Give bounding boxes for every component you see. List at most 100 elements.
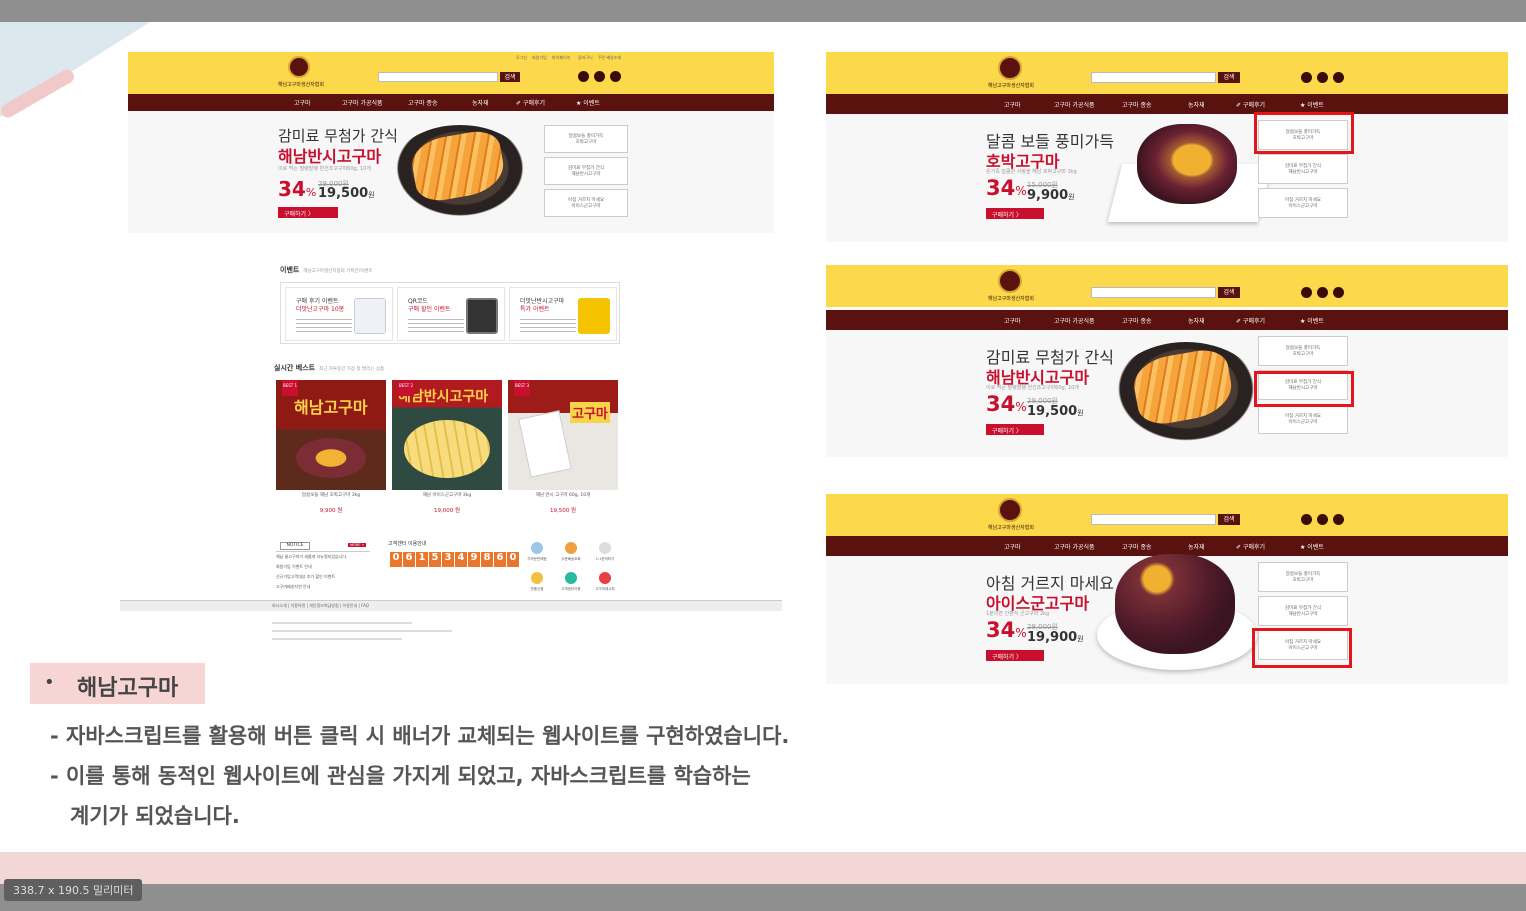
banner-switch-button[interactable]: 감미료 무첨가 간식 해남반시고구마	[544, 157, 628, 185]
footer-links[interactable]: 회사소개 | 이용약관 | 개인정보취급방침 | 이용안내 | FAQ	[120, 600, 782, 611]
event-card-sub: 구매 할인 이벤트	[408, 306, 451, 313]
nav-item[interactable]: 고구마 종송	[1122, 316, 1152, 325]
nav-item[interactable]: 농자재	[1188, 316, 1205, 325]
nav-item[interactable]: 고구마 가공식품	[1054, 316, 1095, 325]
blog-icon[interactable]	[594, 71, 605, 82]
digit: 4	[455, 552, 467, 567]
event-banners: 구매 후기 이벤트 더맛난고구마 10봉 QR코드 구매 할인 이벤트 더맛난반…	[280, 282, 620, 344]
service-item[interactable]: 고객센터이용	[556, 572, 586, 592]
event-card[interactable]: QR코드 구매 할인 이벤트	[397, 287, 505, 341]
notice-more[interactable]: MORE +	[348, 543, 367, 547]
notice-item[interactable]: 해남 꿀고구마가 새롭게 리뉴얼되었습니다.	[276, 554, 347, 560]
nav-item[interactable]: 고구마	[1004, 316, 1021, 325]
blog-icon[interactable]	[1317, 514, 1328, 525]
star-icon[interactable]	[1333, 72, 1344, 83]
best-badge: BEST 1	[282, 380, 298, 396]
event-card-desc	[520, 316, 576, 332]
nav-item[interactable]: ✐ 구매후기	[1236, 100, 1265, 109]
search-button[interactable]: 검색	[1218, 72, 1240, 83]
service-item[interactable]: 가까운판매점	[522, 542, 552, 562]
service-item[interactable]: 고구마레시피	[590, 572, 620, 592]
product-price: 19,000 원	[433, 508, 461, 514]
nav-item[interactable]: 고구마	[1004, 542, 1021, 551]
best-section-title: 실시간 베스트 최근 하루동안 가장 잘 팔리는 상품	[274, 363, 384, 373]
nav-item[interactable]: 고구마 가공식품	[1054, 100, 1095, 109]
star-icon[interactable]	[1333, 514, 1344, 525]
price-unit: 원	[1077, 409, 1084, 417]
top-link-login[interactable]: 로그인	[516, 55, 527, 61]
banner-switch-button[interactable]: 아침 거르지 마세요 아이스군고구마	[1258, 404, 1348, 434]
blog-icon[interactable]	[1317, 287, 1328, 298]
top-link-mypage[interactable]: 마이페이지	[552, 55, 570, 61]
phone-number: 0615349860	[390, 552, 520, 567]
nav-item[interactable]: 농자재	[1188, 100, 1205, 109]
buy-button[interactable]: 구매하기 〉	[986, 424, 1044, 435]
facebook-icon[interactable]	[1301, 287, 1312, 298]
nav-item[interactable]: ★ 이벤트	[1300, 542, 1324, 551]
top-link-order[interactable]: 주문·배송조회	[598, 55, 621, 61]
nav-item[interactable]: ✐ 구매후기	[1236, 542, 1265, 551]
star-icon[interactable]	[1333, 287, 1344, 298]
event-card[interactable]: 더맛난반시고구마 특가 이벤트	[509, 287, 617, 341]
service-item[interactable]: 반품신청	[522, 572, 552, 592]
facebook-icon[interactable]	[1301, 514, 1312, 525]
nav-item[interactable]: ★ 이벤트	[1300, 316, 1324, 325]
service-item[interactable]: 1:1문의하기	[590, 542, 620, 562]
search-input[interactable]	[1091, 514, 1216, 525]
nav-item[interactable]: 농자재	[472, 98, 489, 107]
nav-item[interactable]: 고구마	[1004, 100, 1021, 109]
service-item[interactable]: 주문배송조회	[556, 542, 586, 562]
service-label: 반품신청	[530, 587, 544, 591]
product-name: 해남 반시 고구마 60g, 10개	[535, 493, 591, 498]
search-input[interactable]	[378, 72, 498, 82]
star-icon[interactable]	[610, 71, 621, 82]
search-input[interactable]	[1091, 287, 1216, 298]
notice-item[interactable]: 신규가입고객대상 추가 할인 이벤트	[276, 574, 335, 580]
product-card[interactable]: 해남고구마 BEST 1 달콤보들 해남 호박고구마 3kg 9,900 원	[276, 380, 386, 522]
buy-button[interactable]: 구매하기 〉	[986, 208, 1044, 219]
banner-switch-button[interactable]: 달콤보들 풍미가득 호박고구마	[1258, 336, 1348, 366]
price-unit: 원	[1077, 635, 1084, 643]
search-button[interactable]: 검색	[1218, 287, 1240, 298]
nav-item[interactable]: 고구마 종송	[408, 98, 438, 107]
nav-item[interactable]: 농자재	[1188, 542, 1205, 551]
notice-item[interactable]: 회원가입 이벤트 안내	[276, 564, 312, 570]
banner-switch-button[interactable]: 달콤보들 풍미가득 호박고구마	[1258, 562, 1348, 592]
notice-tab[interactable]: NOTICE	[280, 542, 310, 550]
product-card[interactable]: 해남반시고구마 BEST 2 해남 아이스군고구마 3kg 19,000 원	[392, 380, 502, 522]
banner-price: 19,500원	[318, 186, 375, 201]
nav-item[interactable]: ✐ 구매후기	[516, 98, 545, 107]
product-card[interactable]: 고구마 BEST 3 해남 반시 고구마 60g, 10개 19,500 원	[508, 380, 618, 522]
top-link-cart[interactable]: 장바구니	[578, 55, 593, 61]
blog-icon[interactable]	[1317, 72, 1328, 83]
banner-switch-button[interactable]: 아침 거르지 마세요 아이스군고구마	[544, 189, 628, 217]
search-button[interactable]: 검색	[1218, 514, 1240, 525]
banner-area: 달콤 보들 풍미가득 호박고구마 온가족 달콤한 사랑을 해남 호박고구마 3k…	[826, 112, 1508, 242]
buy-button[interactable]: 구매하기 〉	[278, 207, 338, 218]
banner-price: 19,900원	[1027, 630, 1084, 645]
nav-item[interactable]: 고구마 종송	[1122, 100, 1152, 109]
top-link-join[interactable]: 회원가입	[532, 55, 547, 61]
banner-switch-button[interactable]: 아침 거르지 마세요 아이스군고구마	[1258, 188, 1348, 218]
buy-button[interactable]: 구매하기 〉	[986, 650, 1044, 661]
notice-item[interactable]: 고구마배송지연 안내	[276, 584, 310, 590]
nav-item[interactable]: 고구마 가공식품	[342, 98, 383, 107]
logo-caption: 해남고구마생산자협회	[988, 525, 1035, 531]
search-input[interactable]	[1091, 72, 1216, 83]
nav-item[interactable]: 고구마	[294, 98, 311, 107]
event-card[interactable]: 구매 후기 이벤트 더맛난고구마 10봉	[285, 287, 393, 341]
facebook-icon[interactable]	[578, 71, 589, 82]
digit: 0	[390, 552, 402, 567]
nav-item[interactable]: ✐ 구매후기	[1236, 316, 1265, 325]
banner-switch-button[interactable]: 달콤보들 풍미가득 호박고구마	[544, 125, 628, 153]
search-button[interactable]: 검색	[500, 72, 520, 82]
facebook-icon[interactable]	[1301, 72, 1312, 83]
sweet-potato-image	[296, 438, 366, 478]
nav-item[interactable]: 고구마 종송	[1122, 542, 1152, 551]
nav-item[interactable]: 고구마 가공식품	[1054, 542, 1095, 551]
banner-switch-button[interactable]: 감미료 무첨가 간식 해남반시고구마	[1258, 596, 1348, 626]
nav-item[interactable]: ★ 이벤트	[1300, 100, 1324, 109]
site-header: 해남고구마생산자협회 검색	[826, 494, 1508, 536]
nav-item[interactable]: ★ 이벤트	[576, 98, 600, 107]
banner-switch-button[interactable]: 감미료 무첨가 간식 해남반시고구마	[1258, 154, 1348, 184]
